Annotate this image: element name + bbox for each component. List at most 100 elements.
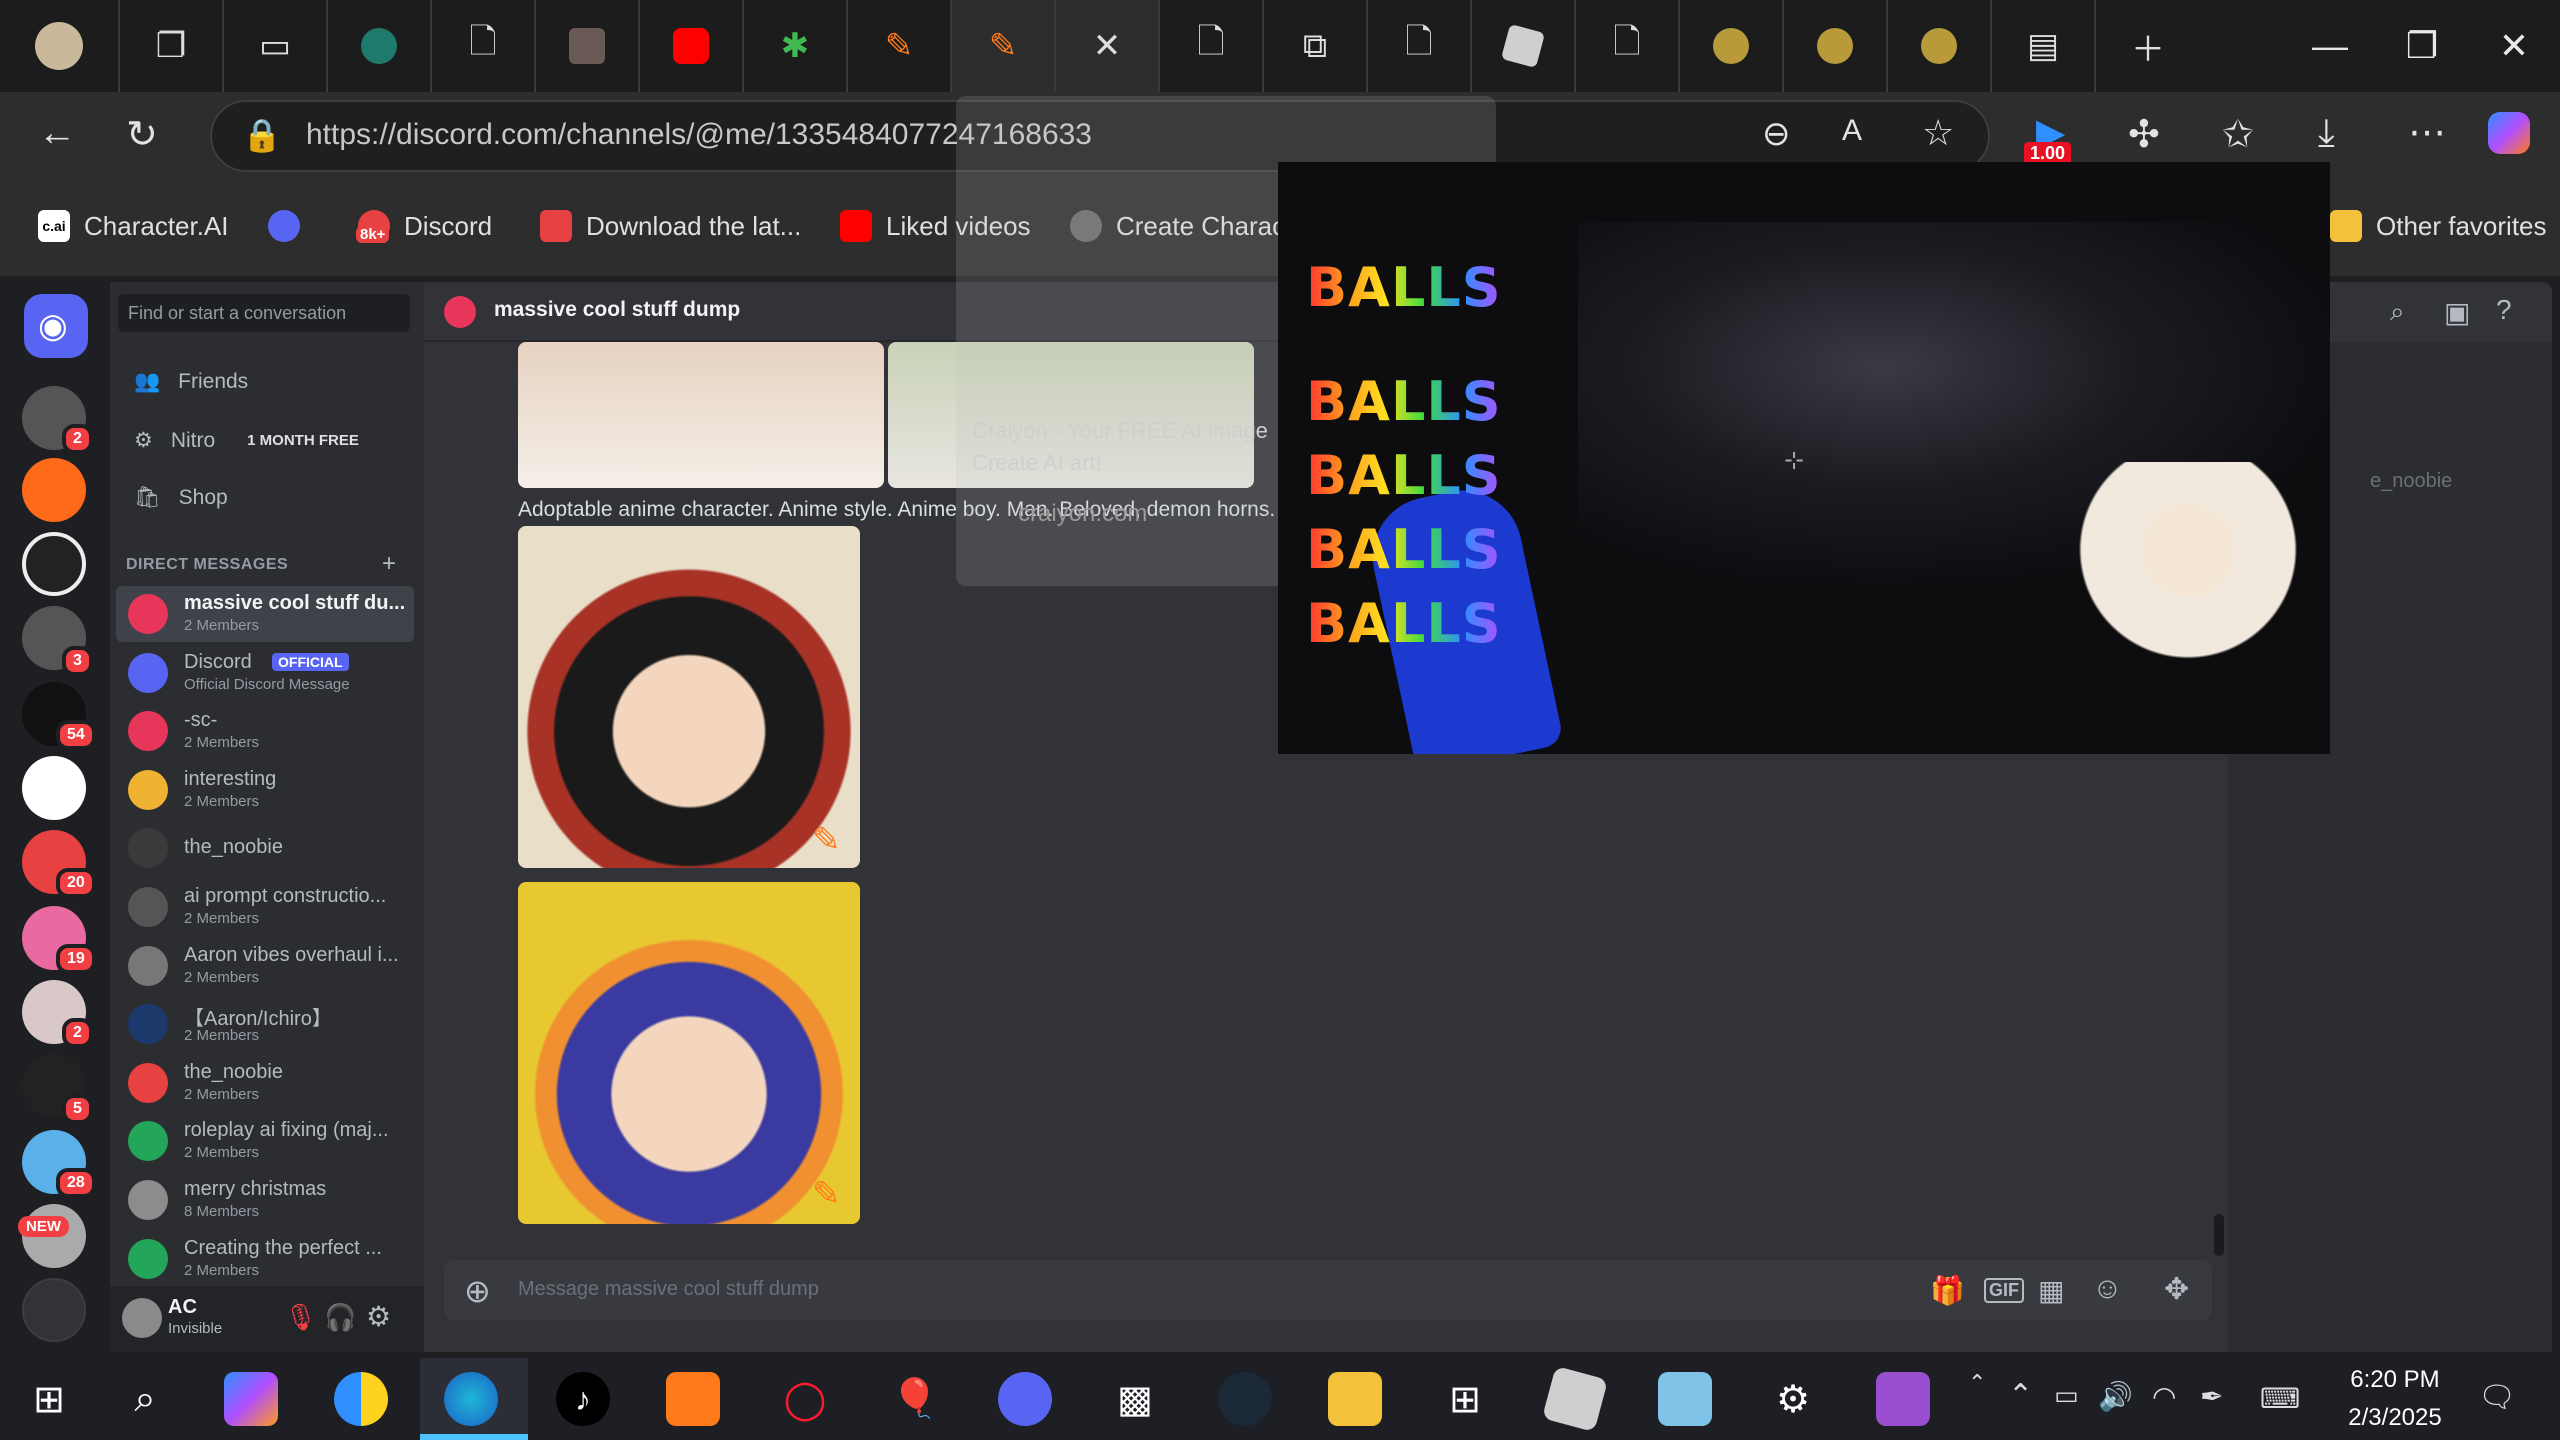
dm-item[interactable]: the_noobie	[116, 820, 414, 876]
wifi-icon[interactable]: ◠	[2152, 1380, 2176, 1413]
pinned-app-balloon-icon[interactable]: 🎈	[888, 1372, 942, 1426]
tab-3[interactable]	[536, 0, 640, 92]
taskbar-scroll-up-icon[interactable]: ⌃	[1968, 1370, 1986, 1396]
favorites-icon[interactable]: ✩	[2222, 112, 2254, 157]
downloads-icon[interactable]: ⤓	[2318, 112, 2335, 155]
chat-scrollbar[interactable]	[2214, 1214, 2224, 1256]
dm-search-input[interactable]: Find or start a conversation	[118, 294, 410, 332]
clock-date[interactable]: 2/3/2025	[2330, 1404, 2460, 1432]
sticker-icon[interactable]: ▦	[2038, 1274, 2064, 1307]
tab-6[interactable]: ✎	[848, 0, 952, 92]
pinned-app-blue-icon[interactable]	[1658, 1372, 1712, 1426]
copilot-icon[interactable]	[2488, 112, 2530, 154]
pinned-app-icon[interactable]	[334, 1372, 388, 1426]
minecraft-icon[interactable]: ▩	[1108, 1372, 1162, 1426]
opera-icon[interactable]: ◯	[778, 1372, 832, 1426]
tab-16[interactable]: ▤	[1992, 0, 2096, 92]
file-explorer-icon[interactable]	[1328, 1372, 1382, 1426]
read-aloud-icon[interactable]: A	[1842, 114, 1862, 148]
gift-icon[interactable]: 🎁	[1930, 1274, 1965, 1307]
minimize-button[interactable]: —	[2284, 0, 2376, 92]
dm-item[interactable]: the_noobie 2 Members	[116, 1055, 414, 1111]
keyboard-icon[interactable]: ⌨	[2260, 1382, 2300, 1415]
headphones-icon[interactable]: 🎧	[324, 1302, 356, 1333]
microsoft-store-icon[interactable]: ⊞	[1438, 1372, 1492, 1426]
notifications-icon[interactable]: 🗨	[2478, 1380, 2516, 1415]
tab-2[interactable]: 🗋	[432, 0, 536, 92]
dm-item[interactable]: roleplay ai fixing (maj... 2 Members	[116, 1113, 414, 1169]
clock-time[interactable]: 6:20 PM	[2330, 1366, 2460, 1394]
create-dm-button[interactable]: +	[382, 550, 396, 578]
dm-item[interactable]: ai prompt constructio... 2 Members	[116, 879, 414, 935]
dm-item[interactable]: Discord OFFICIAL Official Discord Message	[116, 645, 414, 701]
tab-11[interactable]	[1472, 0, 1576, 92]
refresh-button[interactable]: ↻	[126, 112, 158, 157]
more-icon[interactable]: ⋯	[2408, 110, 2446, 155]
anime-demon-boy-image[interactable]	[518, 526, 860, 868]
discover-button[interactable]	[22, 1278, 86, 1342]
profile-avatar[interactable]	[0, 0, 120, 92]
help-icon[interactable]: ?	[2496, 294, 2512, 326]
server-icon-lotus[interactable]	[22, 756, 86, 820]
show-hidden-icons[interactable]: ⌃	[2008, 1378, 2033, 1413]
back-button[interactable]: ←	[38, 112, 76, 155]
tab-9[interactable]: ⧉	[1264, 0, 1368, 92]
dm-item[interactable]: -sc- 2 Members	[116, 703, 414, 759]
pen-icon[interactable]: ✒	[2200, 1380, 2223, 1413]
dm-item[interactable]: interesting 2 Members	[116, 762, 414, 818]
settings-gear-icon[interactable]: ⚙	[366, 1300, 391, 1333]
gif-icon[interactable]: GIF	[1984, 1278, 2024, 1303]
server-icon-crayon[interactable]	[22, 458, 86, 522]
edge-browser-icon[interactable]	[444, 1372, 498, 1426]
favorite-character-ai[interactable]: c.ai Character.AI	[38, 210, 229, 242]
tab-active-close[interactable]: ✕	[1056, 0, 1160, 92]
search-button[interactable]: ⌕	[118, 1372, 172, 1426]
mute-mic-icon[interactable]: 🎙	[284, 1302, 317, 1333]
tab-4[interactable]	[640, 0, 744, 92]
lock-icon[interactable]: 🔒	[242, 116, 282, 154]
pinned-anime-app-icon[interactable]	[1876, 1372, 1930, 1426]
dm-item[interactable]: Creating the perfect ... 2 Members	[116, 1231, 414, 1287]
tab-12[interactable]: 🗋	[1576, 0, 1680, 92]
tab-7[interactable]: ✎	[952, 0, 1056, 92]
add-attachment-icon[interactable]: ⊕	[464, 1272, 491, 1310]
battery-icon[interactable]: ▭	[2054, 1380, 2079, 1411]
emoji-icon[interactable]: ☺	[2092, 1272, 2123, 1306]
tab-5[interactable]: ✱	[744, 0, 848, 92]
message-input[interactable]: Message massive cool stuff dump	[518, 1278, 819, 1301]
tab-1[interactable]	[328, 0, 432, 92]
server-icon-chatgpt[interactable]	[22, 532, 86, 596]
tiktok-icon[interactable]: ♪	[556, 1372, 610, 1426]
workspaces-button[interactable]: ❐	[120, 0, 224, 92]
close-icon[interactable]: ✕	[1093, 26, 1122, 66]
steam-icon[interactable]	[1218, 1372, 1272, 1426]
copilot-taskbar-icon[interactable]	[224, 1372, 278, 1426]
close-window-button[interactable]: ✕	[2468, 0, 2560, 92]
apps-icon[interactable]: ✥	[2164, 1272, 2189, 1307]
tab-13[interactable]	[1680, 0, 1784, 92]
favorite-download[interactable]: Download the lat...	[540, 210, 801, 242]
other-favorites-folder[interactable]: Other favorites	[2330, 210, 2547, 242]
settings-taskbar-icon[interactable]: ⚙	[1766, 1372, 1820, 1426]
friends-nav[interactable]: 👥 Friends	[134, 370, 248, 394]
zoom-out-icon[interactable]: ⊖	[1762, 114, 1791, 154]
member-name-fragment[interactable]: e_noobie	[2370, 470, 2452, 493]
dm-item[interactable]: 【Aaron/Ichiro】 2 Members	[116, 996, 414, 1052]
dm-item[interactable]: merry christmas 8 Members	[116, 1172, 414, 1228]
anime-blue-orange-hair-image[interactable]	[518, 882, 860, 1224]
tab-actions-button[interactable]: ▭	[224, 0, 328, 92]
extensions-icon[interactable]: ✣	[2128, 112, 2160, 157]
pinned-orange-app-icon[interactable]	[666, 1372, 720, 1426]
tab-10[interactable]: 🗋	[1368, 0, 1472, 92]
new-tab-button[interactable]: ＋	[2096, 0, 2200, 92]
inbox-icon[interactable]: ▣	[2444, 296, 2470, 329]
start-button[interactable]: ⊞	[22, 1372, 76, 1426]
dm-item[interactable]: massive cool stuff du... 2 Members	[116, 586, 414, 642]
volume-icon[interactable]: 🔊	[2098, 1380, 2133, 1413]
anime-image-top-left[interactable]	[518, 342, 884, 488]
restore-button[interactable]: ❐	[2376, 0, 2468, 92]
search-icon[interactable]: ⌕	[2390, 296, 2405, 328]
nitro-nav[interactable]: ⚙ Nitro 1 MONTH FREE	[134, 428, 359, 453]
tab-14[interactable]	[1784, 0, 1888, 92]
shop-nav[interactable]: 🛍 Shop	[134, 486, 228, 510]
